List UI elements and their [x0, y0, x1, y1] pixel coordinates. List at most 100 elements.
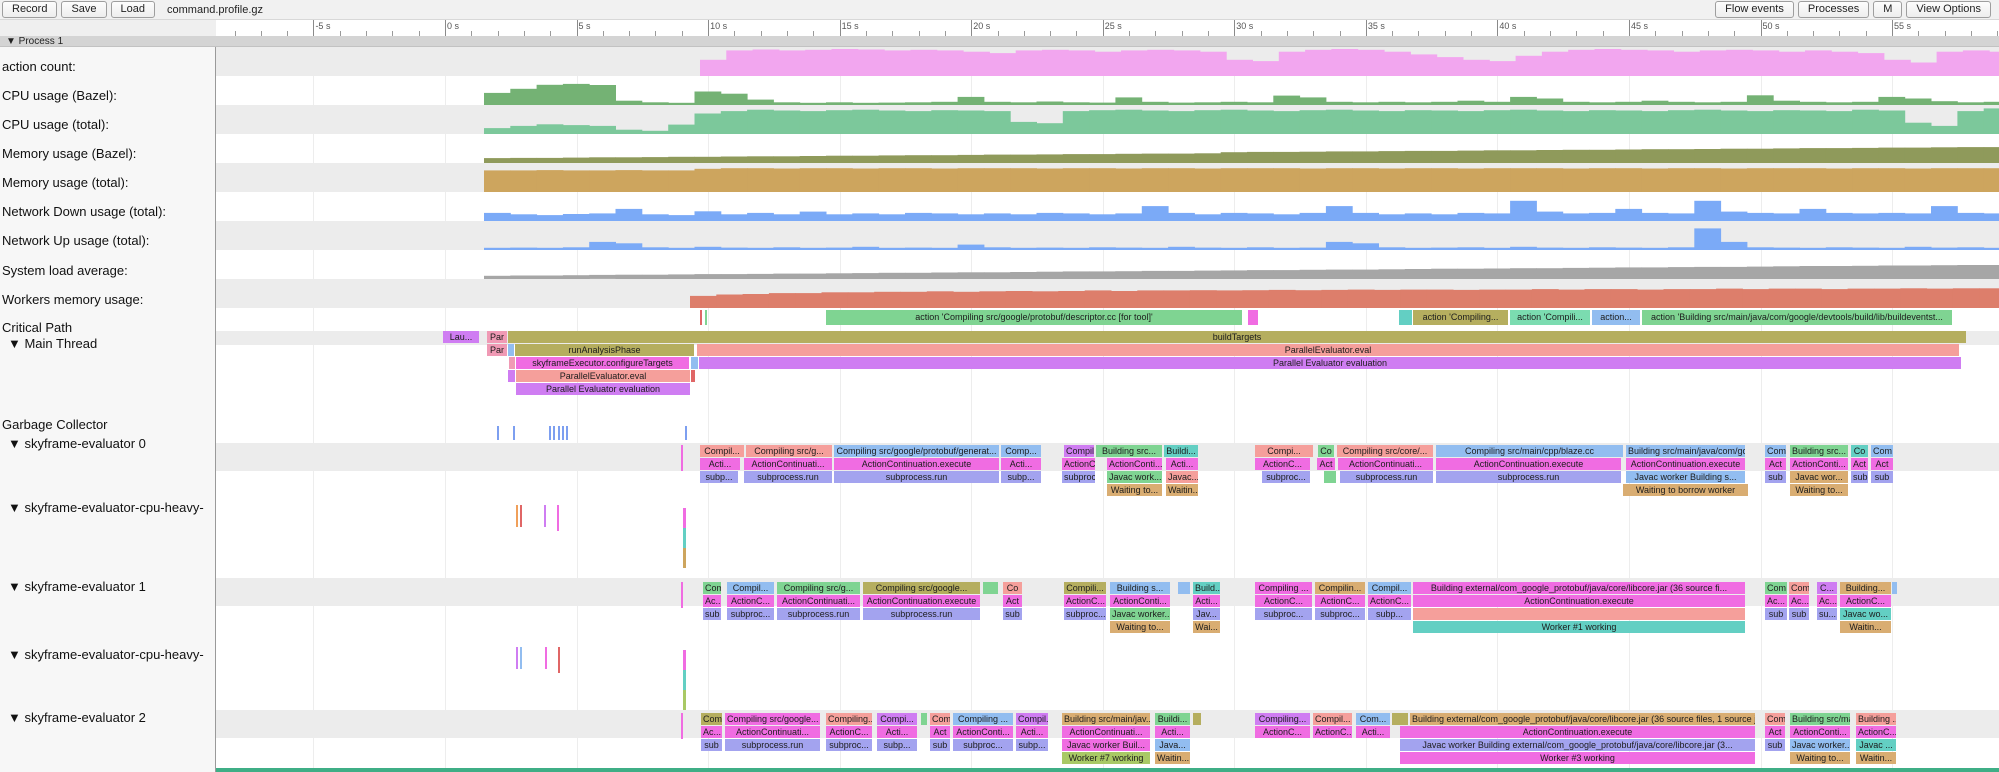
trace-block[interactable]: ParallelEvaluator.eval [516, 370, 690, 382]
trace-block[interactable] [1324, 471, 1336, 483]
trace-block[interactable]: ActionContinuation.execute [1626, 458, 1745, 470]
trace-block[interactable]: Worker #1 working [1413, 621, 1745, 633]
trace-block[interactable]: ActionConti... [1790, 458, 1848, 470]
trace-block[interactable]: subprocess.run [744, 471, 832, 483]
trace-block[interactable]: Javac worker Buil... [1062, 739, 1150, 751]
trace-block[interactable]: Waitin... [1155, 752, 1190, 764]
event-tick[interactable] [520, 647, 522, 669]
event-tick[interactable] [520, 505, 522, 527]
trace-block[interactable]: sub [1003, 608, 1022, 620]
event-tick[interactable] [681, 582, 683, 608]
event-tick[interactable] [545, 647, 547, 669]
event-tick[interactable] [562, 426, 564, 440]
trace-block[interactable]: Com [930, 713, 950, 725]
trace-block[interactable] [1892, 582, 1897, 594]
trace-block[interactable]: ActionConti... [1107, 458, 1162, 470]
trace-block[interactable]: ActionContinuati... [777, 595, 860, 607]
trace-block[interactable]: action 'Compiling src/google/protobuf/de… [826, 310, 1242, 325]
trace-block[interactable]: subproc... [1062, 471, 1095, 483]
trace-block[interactable] [983, 582, 998, 594]
event-tick[interactable] [683, 670, 686, 690]
trace-block[interactable]: Acti... [1016, 726, 1048, 738]
trace-block[interactable]: ActionC... [1255, 595, 1312, 607]
trace-block[interactable]: Ac... [1817, 595, 1837, 607]
trace-block[interactable]: Compil... [1016, 713, 1048, 725]
trace-block[interactable]: Co [1318, 445, 1334, 457]
trace-block[interactable]: Com [1871, 445, 1893, 457]
trace-block[interactable]: subp... [877, 739, 917, 751]
trace-block[interactable]: sub [701, 739, 722, 751]
view-options-button[interactable]: View Options [1906, 1, 1991, 18]
trace-block[interactable]: Building s... [1110, 582, 1170, 594]
timeline-track-area[interactable]: action 'Compiling src/google/protobuf/de… [0, 36, 1999, 772]
trace-block[interactable]: subproc... [953, 739, 1013, 751]
trace-block[interactable]: action... [1592, 310, 1640, 325]
trace-block[interactable]: Waitin... [1840, 621, 1891, 633]
trace-block[interactable] [1413, 608, 1745, 620]
trace-block[interactable]: Ac... [1789, 595, 1809, 607]
trace-block[interactable]: Javac worker Building s... [1626, 471, 1745, 483]
trace-block[interactable]: Waiting to... [1107, 484, 1162, 496]
trace-block[interactable]: Acti... [1356, 726, 1390, 738]
trace-block[interactable]: subproc... [727, 608, 774, 620]
trace-block[interactable]: ActionContinuation.execute [834, 458, 999, 470]
trace-block[interactable]: Worker #7 working [1062, 752, 1150, 764]
event-tick[interactable] [683, 650, 686, 670]
trace-block[interactable]: subprocess.run [725, 739, 820, 751]
trace-block[interactable]: Wai... [1193, 621, 1220, 633]
trace-block[interactable]: Act [930, 726, 950, 738]
trace-block[interactable]: sub [1765, 471, 1786, 483]
trace-block[interactable]: subprocess.run [863, 608, 980, 620]
trace-block[interactable] [1248, 310, 1258, 325]
trace-block[interactable]: Com [703, 582, 721, 594]
trace-block[interactable]: Compil... [1313, 713, 1352, 725]
trace-block[interactable]: runAnalysisPhase [515, 344, 694, 356]
trace-block[interactable]: sub [1871, 471, 1893, 483]
trace-block[interactable]: buildTargets [508, 331, 1966, 343]
trace-block[interactable]: ActionContinuati... [725, 726, 820, 738]
trace-block[interactable]: action 'Compili... [1510, 310, 1590, 325]
trace-block[interactable] [921, 713, 927, 725]
trace-block[interactable] [1193, 713, 1201, 725]
trace-block[interactable]: ActionContinuati... [744, 458, 832, 470]
trace-block[interactable]: Parallel Evaluator evaluation [516, 383, 690, 395]
trace-block[interactable]: subp... [1368, 608, 1411, 620]
trace-block[interactable]: Acti... [1001, 458, 1041, 470]
trace-block[interactable]: Com [1765, 713, 1785, 725]
trace-block[interactable]: Waitin... [1856, 752, 1896, 764]
event-tick[interactable] [705, 310, 707, 325]
trace-block[interactable]: Build... [1193, 582, 1220, 594]
trace-block[interactable]: Com... [1356, 713, 1390, 725]
trace-block[interactable] [1178, 582, 1190, 594]
thread-section-label[interactable]: ▼ skyframe-evaluator 0 [8, 436, 146, 451]
trace-block[interactable]: Compiling src/main/cpp/blaze.cc [1436, 445, 1623, 457]
trace-block[interactable]: Ac... [703, 595, 721, 607]
trace-block[interactable]: ActionContinuation.execute [1436, 458, 1621, 470]
trace-block[interactable]: subprocess.run [1340, 471, 1433, 483]
trace-block[interactable]: Javac wo... [1840, 608, 1891, 620]
event-tick[interactable] [700, 310, 702, 325]
trace-block[interactable] [508, 370, 515, 382]
trace-block[interactable]: subp... [1016, 739, 1048, 751]
trace-block[interactable]: Building src/ma... [1790, 713, 1850, 725]
event-tick[interactable] [683, 690, 686, 710]
event-tick[interactable] [681, 713, 683, 739]
trace-block[interactable]: Comp... [1001, 445, 1041, 457]
trace-block[interactable]: Act [1003, 595, 1022, 607]
trace-block[interactable]: ActionConti... [953, 726, 1013, 738]
event-tick[interactable] [683, 528, 686, 548]
event-tick[interactable] [683, 548, 686, 568]
trace-block[interactable]: Compil... [700, 445, 744, 457]
trace-block[interactable]: Waiting to... [1790, 752, 1850, 764]
trace-block[interactable]: Acti... [1166, 458, 1198, 470]
trace-block[interactable]: action 'Compiling... [1413, 310, 1508, 325]
event-tick[interactable] [516, 647, 518, 669]
trace-block[interactable]: Compili... [1064, 582, 1106, 594]
trace-block[interactable]: Act [1765, 726, 1785, 738]
trace-block[interactable]: ActionC... [1315, 595, 1365, 607]
trace-block[interactable]: Com [1789, 582, 1809, 594]
event-tick[interactable] [683, 508, 686, 528]
trace-block[interactable]: Ac... [1765, 595, 1787, 607]
trace-block[interactable]: Building external/com_google_protobuf/ja… [1413, 582, 1745, 594]
record-button[interactable]: Record [2, 1, 57, 18]
